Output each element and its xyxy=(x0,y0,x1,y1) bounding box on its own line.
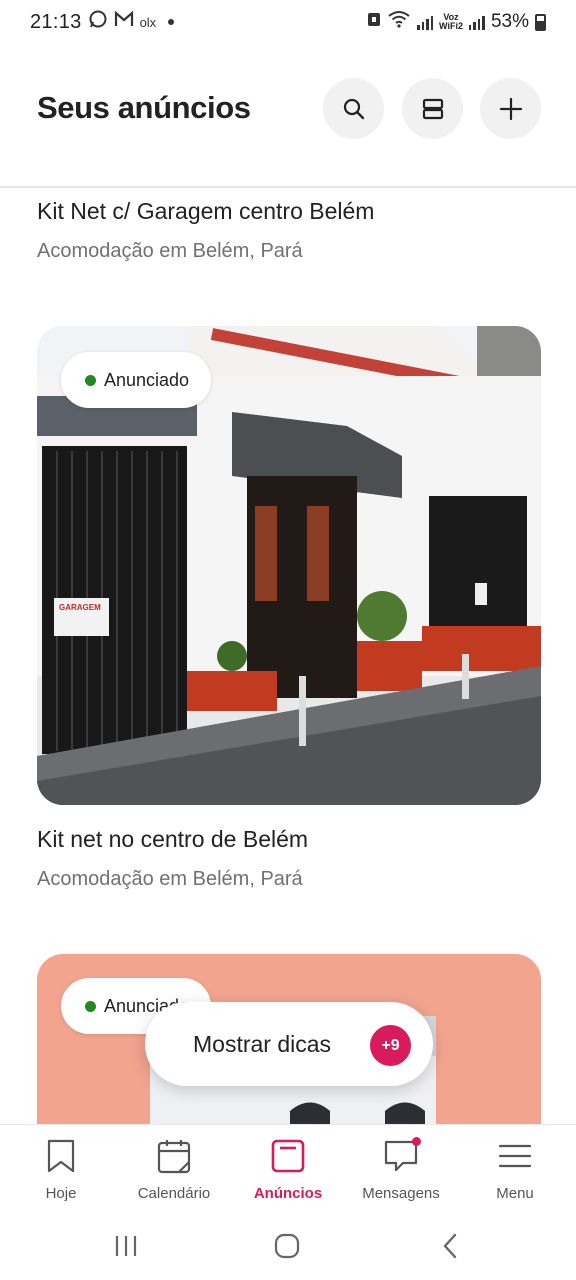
olx-icon: olx xyxy=(139,14,157,30)
battery-icon xyxy=(535,13,546,31)
volte-indicator: Voz WiFi2 xyxy=(439,12,463,31)
page-title: Seus anúncios xyxy=(37,90,251,125)
back-icon xyxy=(443,1233,457,1259)
back-button[interactable] xyxy=(430,1230,470,1262)
status-dot xyxy=(85,1000,96,1012)
layout-toggle-button[interactable] xyxy=(402,78,463,139)
listing-title[interactable]: Kit net no centro de Belém xyxy=(37,826,308,853)
nav-label: Anúncios xyxy=(253,1185,323,1202)
status-bar: 21:13 olx Voz WiFi2 53% xyxy=(0,0,576,44)
nav-item-calendario[interactable]: Calendário xyxy=(119,1137,229,1207)
add-listing-button[interactable] xyxy=(480,78,541,139)
signal-icon-2 xyxy=(468,14,485,30)
status-time: 21:13 xyxy=(30,10,82,33)
home-button[interactable] xyxy=(267,1230,307,1262)
menu-icon xyxy=(498,1144,532,1168)
nav-label: Menu xyxy=(496,1185,534,1202)
listing-title[interactable]: Kit Net c/ Garagem centro Belém xyxy=(37,198,374,225)
nav-item-mensagens[interactable]: Mensagens xyxy=(346,1137,456,1207)
alarm-icon xyxy=(367,10,381,34)
recent-apps-icon xyxy=(115,1236,137,1256)
home-icon xyxy=(274,1233,300,1259)
show-tips-button[interactable]: Mostrar dicas +9 xyxy=(145,1002,433,1086)
search-button[interactable] xyxy=(323,78,384,139)
whatsapp-icon xyxy=(88,9,108,35)
listing-subtitle: Acomodação em Belém, Pará xyxy=(37,868,303,890)
header-divider xyxy=(0,186,576,188)
garage-sign: GARAGEM xyxy=(59,603,101,612)
nav-label: Calendário xyxy=(137,1185,211,1202)
nav-label: Mensagens xyxy=(362,1185,440,1202)
listings-icon xyxy=(271,1139,305,1173)
plus-icon xyxy=(499,97,522,120)
gmail-icon xyxy=(114,10,134,34)
bottom-nav: Hoje Calendário Anúncios Mensagens Menu xyxy=(0,1124,576,1212)
layout-icon xyxy=(422,98,443,119)
status-label: Anunciado xyxy=(104,369,190,390)
wifi-icon xyxy=(387,10,411,34)
tips-count-badge: +9 xyxy=(370,1025,411,1066)
status-dot xyxy=(85,374,96,386)
calendar-icon xyxy=(157,1140,191,1174)
show-tips-label: Mostrar dicas xyxy=(193,1030,332,1057)
more-notifications-dot xyxy=(168,19,175,25)
listing-subtitle: Acomodação em Belém, Pará xyxy=(37,240,303,262)
header: Seus anúncios xyxy=(0,76,576,144)
nav-item-hoje[interactable]: Hoje xyxy=(6,1137,116,1207)
nav-item-anuncios[interactable]: Anúncios xyxy=(233,1137,343,1207)
system-nav-bar xyxy=(0,1212,576,1280)
signal-icon xyxy=(417,14,434,30)
listing-photo[interactable]: GARAGEM Anunciado xyxy=(37,326,541,805)
recent-apps-button[interactable] xyxy=(106,1230,146,1262)
listing-status-badge: Anunciado xyxy=(61,352,212,408)
unread-badge xyxy=(412,1137,421,1146)
bookmark-icon xyxy=(47,1139,75,1173)
nav-label: Hoje xyxy=(45,1185,77,1202)
nav-item-menu[interactable]: Menu xyxy=(460,1137,570,1207)
search-icon xyxy=(343,98,364,119)
battery-percent: 53% xyxy=(490,11,529,32)
